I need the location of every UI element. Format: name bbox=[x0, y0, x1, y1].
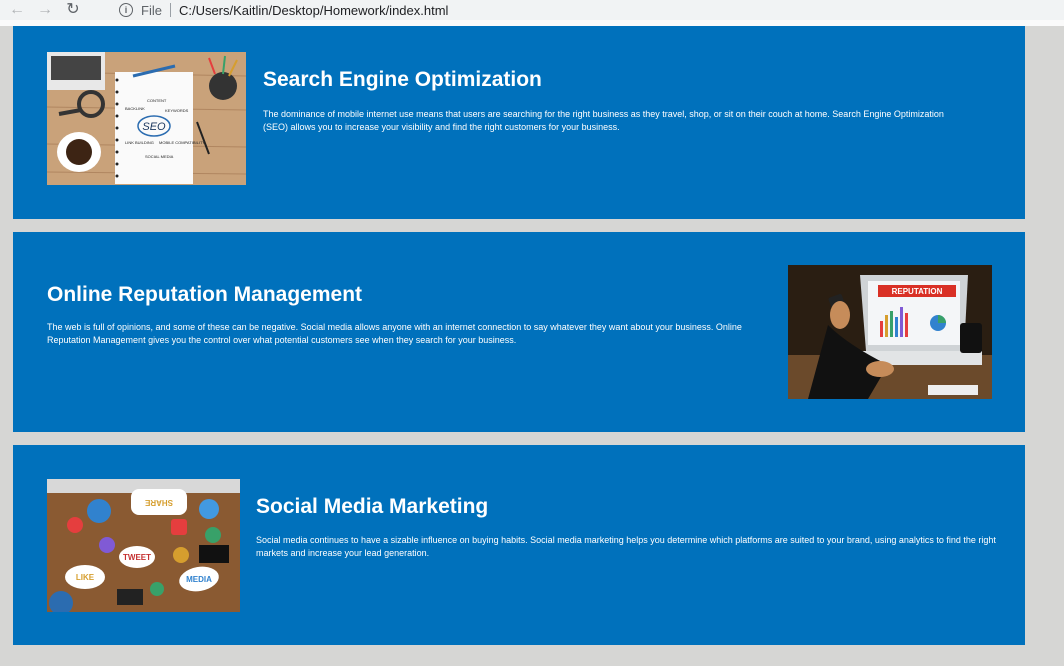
arrow-left-icon[interactable]: ← bbox=[6, 0, 28, 20]
seo-image-word: SOCIAL MEDIA bbox=[145, 154, 174, 159]
seo-image-text: SEO bbox=[142, 121, 166, 133]
seo-image-word: BACKLINK bbox=[125, 106, 145, 111]
url-separator bbox=[169, 3, 171, 17]
seo-image-word: MOBILE COMPATIBILITY bbox=[159, 140, 205, 145]
seo-image-word: KEYWORDS bbox=[165, 108, 189, 113]
url-text[interactable]: C:/Users/Kaitlin/Desktop/Homework/index.… bbox=[179, 3, 448, 18]
seo-image-word: LINK BUILDING bbox=[125, 140, 154, 145]
reload-icon[interactable]: ↻ bbox=[62, 0, 84, 20]
social-media-title: Social Media Marketing bbox=[256, 495, 489, 518]
arrow-right-icon[interactable]: → bbox=[34, 0, 56, 20]
reputation-image: REPUTATION bbox=[788, 265, 992, 399]
social-media-section: SHARE TWEET LIKE MEDIA Social Media Mark… bbox=[13, 445, 1025, 645]
reputation-section: Online Reputation Management The web is … bbox=[13, 232, 1025, 432]
seo-image-word: CONTENT bbox=[147, 98, 167, 103]
reputation-body: The web is full of opinions, and some of… bbox=[47, 322, 742, 345]
social-image-word: LIKE bbox=[76, 573, 95, 582]
seo-section: SEO CONTENT BACKLINK KEYWORDS LINK BUILD… bbox=[13, 26, 1025, 219]
seo-image: SEO CONTENT BACKLINK KEYWORDS LINK BUILD… bbox=[47, 52, 246, 185]
info-icon[interactable]: i bbox=[119, 3, 133, 17]
seo-body: The dominance of mobile internet use mea… bbox=[263, 109, 944, 132]
social-media-body: Social media continues to have a sizable… bbox=[256, 535, 996, 558]
url-scheme-label: File bbox=[141, 2, 162, 18]
reputation-image-text: REPUTATION bbox=[892, 287, 943, 296]
reputation-title: Online Reputation Management bbox=[47, 283, 363, 306]
address-bar[interactable]: i File C:/Users/Kaitlin/Desktop/Homework… bbox=[110, 0, 1064, 20]
social-image-word: MEDIA bbox=[186, 575, 212, 584]
social-media-image: SHARE TWEET LIKE MEDIA bbox=[47, 479, 240, 612]
social-image-word: SHARE bbox=[144, 498, 173, 507]
social-image-word: TWEET bbox=[123, 553, 151, 562]
seo-title: Search Engine Optimization bbox=[263, 68, 542, 91]
browser-toolbar: ← → ↻ i File C:/Users/Kaitlin/Desktop/Ho… bbox=[0, 0, 1064, 20]
